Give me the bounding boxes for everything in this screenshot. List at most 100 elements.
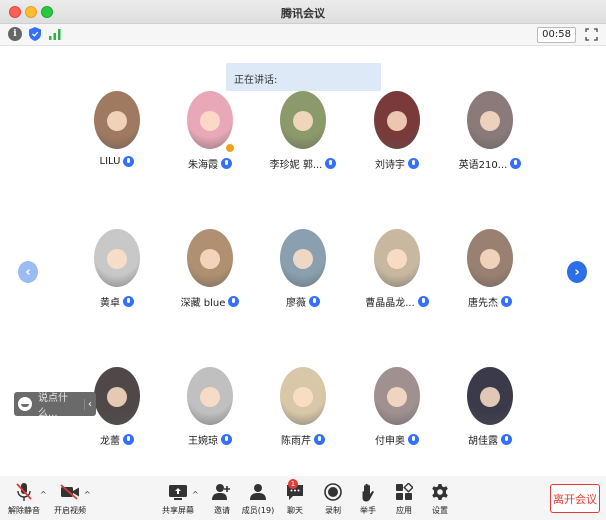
avatar-face-shape [387,249,407,269]
shield-icon[interactable] [28,27,42,41]
participant-name: 黄卓 [100,298,120,309]
collapse-chat-button[interactable]: ‹ [84,398,92,410]
participant-tile[interactable]: 胡佳露 [435,367,545,447]
speaking-indicator: 正在讲话: [226,63,381,91]
avatar-face-shape [480,387,500,407]
participant-name: 王婉琼 [188,436,218,447]
chevron-left-icon: ‹ [25,264,31,280]
microphone-icon [123,434,134,445]
window-titlebar: 腾讯会议 [0,0,606,24]
share-screen-button[interactable]: 共享屏幕 [156,482,200,516]
participant-name-row: 胡佳露 [435,432,545,447]
participant-avatar [280,367,326,425]
participant-avatar [94,91,140,149]
fullscreen-icon[interactable] [585,28,598,41]
avatar-face-shape [480,111,500,131]
unmute-button[interactable]: 解除静音 [2,482,46,516]
participant-name: 付申奥 [375,436,405,447]
participant-name: LILU [99,156,121,167]
participant-name: 胡佳露 [468,436,498,447]
participant-name-row: 唐先杰 [435,294,545,309]
previous-page-button[interactable]: ‹ [18,261,38,283]
chevron-right-icon: › [574,264,580,280]
participant-name: 廖薇 [286,298,306,309]
video-options-caret[interactable]: ^ [84,490,91,499]
bottom-control-bar: 解除静音 ^ 开启视频 ^ 共享屏幕 ^ 邀请 成员(19) 1 聊天 录制 举… [0,476,606,520]
avatar-face-shape [480,249,500,269]
microphone-icon [221,434,232,445]
settings-button[interactable]: 设置 [418,482,462,516]
record-icon [322,482,344,502]
participant-avatar [467,91,513,149]
signal-icon[interactable] [48,27,62,41]
participant-tile[interactable]: 英语210... [435,91,545,171]
audio-options-caret[interactable]: ^ [40,490,47,499]
participant-avatar [187,91,233,149]
hand-icon [357,482,379,502]
avatar-face-shape [200,387,220,407]
avatar-face-shape [107,111,127,131]
leave-meeting-button[interactable]: 离开会议 [550,484,600,513]
participant-avatar [187,367,233,425]
apps-icon [393,482,415,502]
microphone-icon [501,434,512,445]
microphone-icon [123,296,134,307]
avatar-face-shape [107,387,127,407]
microphone-icon [123,156,135,167]
participant-avatar [280,229,326,287]
participant-name: 深藏 blue [180,298,226,309]
microphone-icon [501,296,512,307]
microphone-icon [408,158,419,169]
microphone-muted-icon [13,482,35,502]
unread-chat-badge: 1 [288,479,298,489]
participant-tile[interactable]: 唐先杰 [435,229,545,309]
quick-chat-placeholder: 说点什么... [38,393,68,419]
host-badge-icon [225,143,235,153]
microphone-icon [325,158,337,169]
participant-name: 朱海霞 [188,160,218,171]
participant-name: 陈雨芹 [281,436,311,447]
share-screen-icon [167,482,189,502]
participant-name: 英语210... [458,160,508,171]
info-icon[interactable]: i [8,27,22,41]
participant-avatar [374,229,420,287]
avatar-face-shape [293,387,313,407]
participant-avatar [467,229,513,287]
participant-avatar [467,367,513,425]
start-video-button[interactable]: 开启视频 [48,482,92,516]
window-title: 腾讯会议 [281,7,325,20]
participant-avatar [94,229,140,287]
avatar-face-shape [293,111,313,131]
add-user-icon [211,482,233,502]
avatar-face-shape [387,111,407,131]
participant-avatar [280,91,326,149]
microphone-icon [221,158,232,169]
microphone-icon [309,296,320,307]
microphone-icon [408,434,419,445]
avatar-face-shape [200,249,220,269]
meeting-toolbar: i 00:58 [0,24,606,46]
members-icon [247,482,269,502]
participant-name: 唐先杰 [468,298,498,309]
microphone-icon [228,296,240,307]
emoji-icon[interactable] [18,397,32,411]
microphone-icon [510,158,522,169]
avatar-face-shape [200,111,220,131]
participant-name: 龙蕾 [100,436,120,447]
quick-chat-input[interactable]: 说点什么... ‹ [14,392,96,419]
microphone-icon [314,434,325,445]
video-off-icon [59,482,81,502]
next-page-button[interactable]: › [567,261,587,283]
microphone-icon [417,296,429,307]
participant-name-row: 英语210... [435,156,545,171]
meeting-timer: 00:58 [537,27,576,43]
participant-avatar [374,91,420,149]
participant-name: 刘诗宇 [375,160,405,171]
avatar-face-shape [107,249,127,269]
participant-name: 李珍妮 郭... [269,160,323,171]
participant-avatar [374,367,420,425]
share-options-caret[interactable]: ^ [192,490,199,499]
avatar-face-shape [387,387,407,407]
gear-icon [429,482,451,502]
chat-icon: 1 [284,479,306,502]
